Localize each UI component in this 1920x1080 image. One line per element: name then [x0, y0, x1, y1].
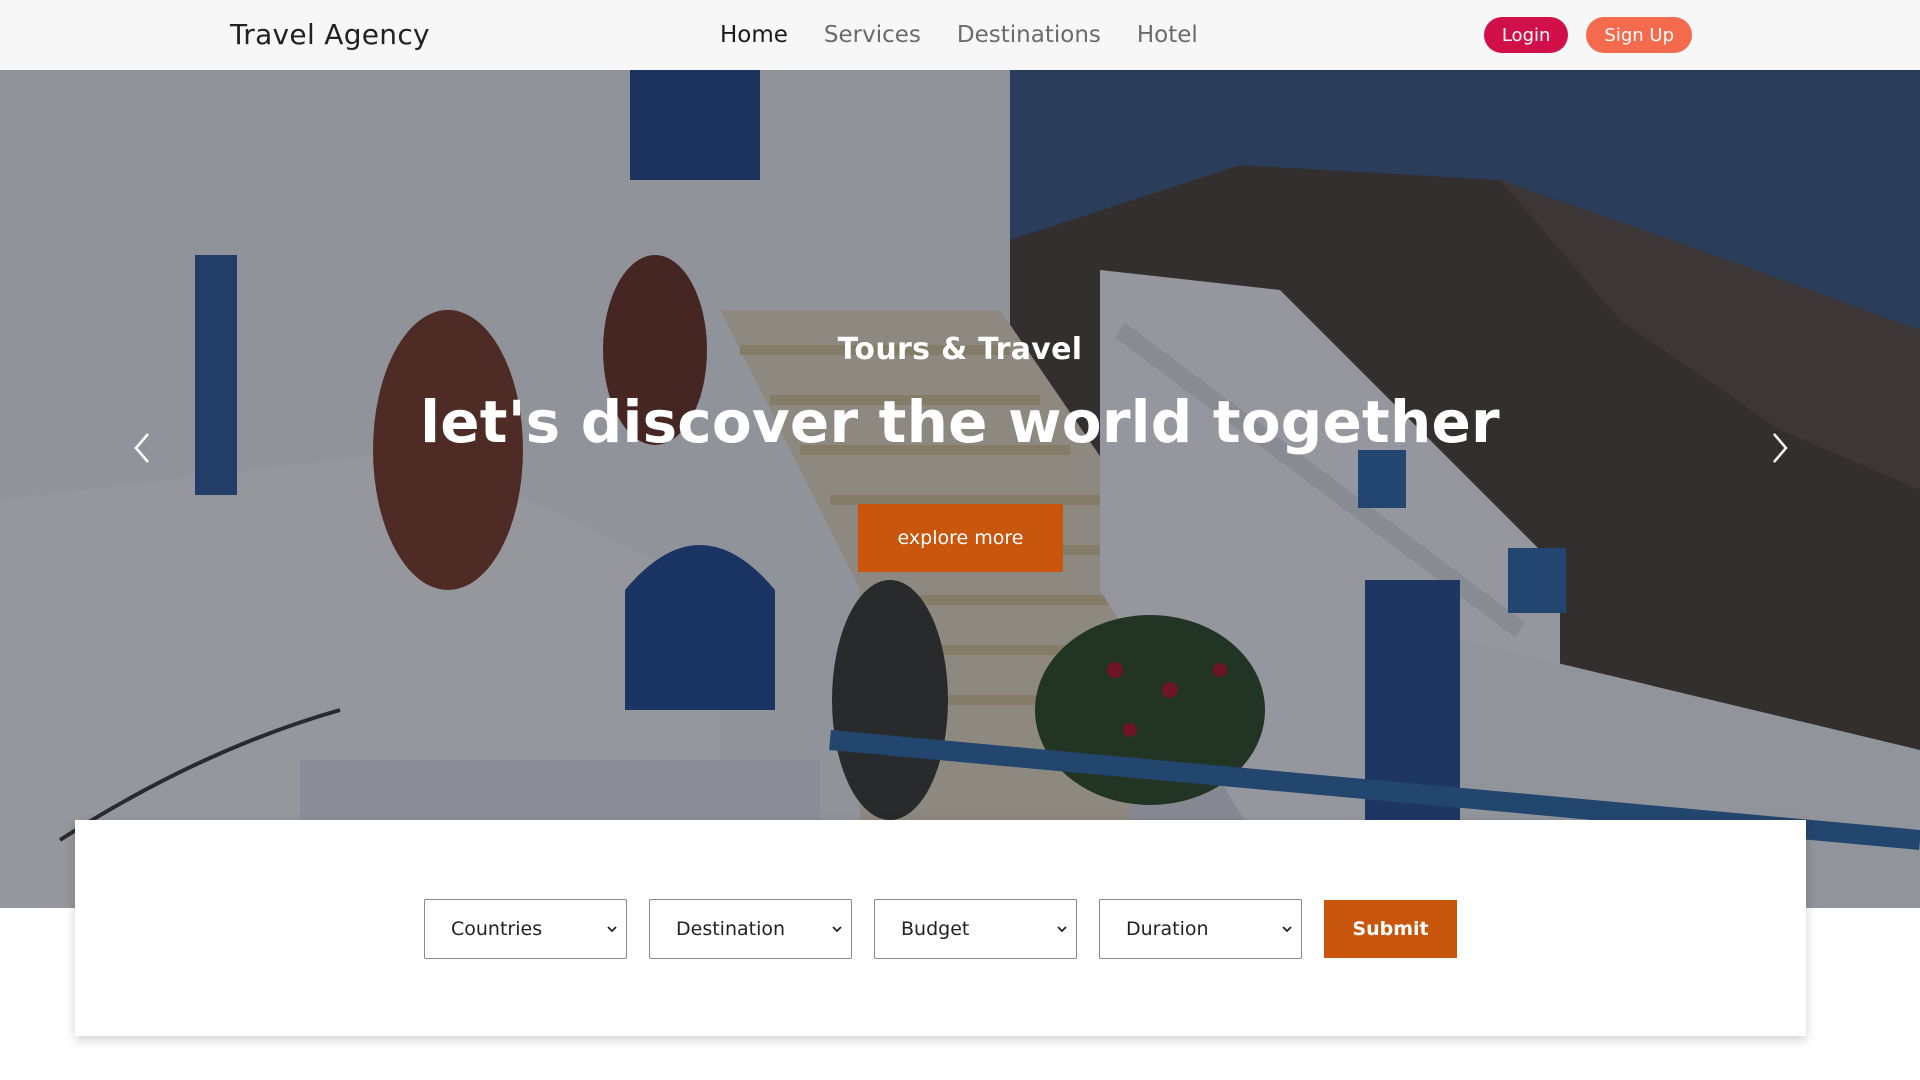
hero-subtitle: Tours & Travel: [837, 332, 1083, 367]
login-button[interactable]: Login: [1483, 17, 1569, 53]
countries-select-value: Countries: [451, 918, 543, 940]
budget-select-value: Budget: [901, 918, 970, 940]
signup-button[interactable]: Sign Up: [1586, 17, 1692, 53]
chevron-down-icon: [1057, 926, 1067, 933]
nav-link-services[interactable]: Services: [824, 22, 921, 48]
brand-logo-text[interactable]: Travel Agency: [230, 0, 430, 70]
hero-content: Tours & Travel let's discover the world …: [0, 70, 1920, 908]
hero-title: let's discover the world together: [420, 388, 1500, 456]
hero-banner: Tours & Travel let's discover the world …: [0, 70, 1920, 908]
destination-select-value: Destination: [676, 918, 786, 940]
carousel-next-button[interactable]: [1758, 428, 1798, 468]
countries-select[interactable]: Countries: [424, 899, 627, 959]
navbar: Travel Agency Home Services Destinations…: [0, 0, 1920, 70]
auth-buttons: Login Sign Up: [1483, 17, 1692, 53]
chevron-right-icon: [1773, 433, 1788, 463]
main-nav: Home Services Destinations Hotel: [720, 0, 1234, 70]
nav-link-home[interactable]: Home: [720, 22, 788, 48]
explore-more-button[interactable]: explore more: [858, 504, 1063, 572]
duration-select[interactable]: Duration: [1099, 899, 1302, 959]
trip-search-panel: Countries Destination Budget Duration Su…: [75, 820, 1806, 1036]
chevron-down-icon: [607, 926, 617, 933]
submit-button[interactable]: Submit: [1324, 900, 1457, 958]
nav-link-hotel[interactable]: Hotel: [1137, 22, 1198, 48]
budget-select[interactable]: Budget: [874, 899, 1077, 959]
carousel-prev-button[interactable]: [124, 428, 164, 468]
search-form: Countries Destination Budget Duration Su…: [424, 899, 1457, 959]
duration-select-value: Duration: [1126, 918, 1209, 940]
nav-link-destinations[interactable]: Destinations: [957, 22, 1101, 48]
chevron-down-icon: [1282, 926, 1292, 933]
chevron-left-icon: [134, 433, 149, 463]
destination-select[interactable]: Destination: [649, 899, 852, 959]
chevron-down-icon: [832, 926, 842, 933]
